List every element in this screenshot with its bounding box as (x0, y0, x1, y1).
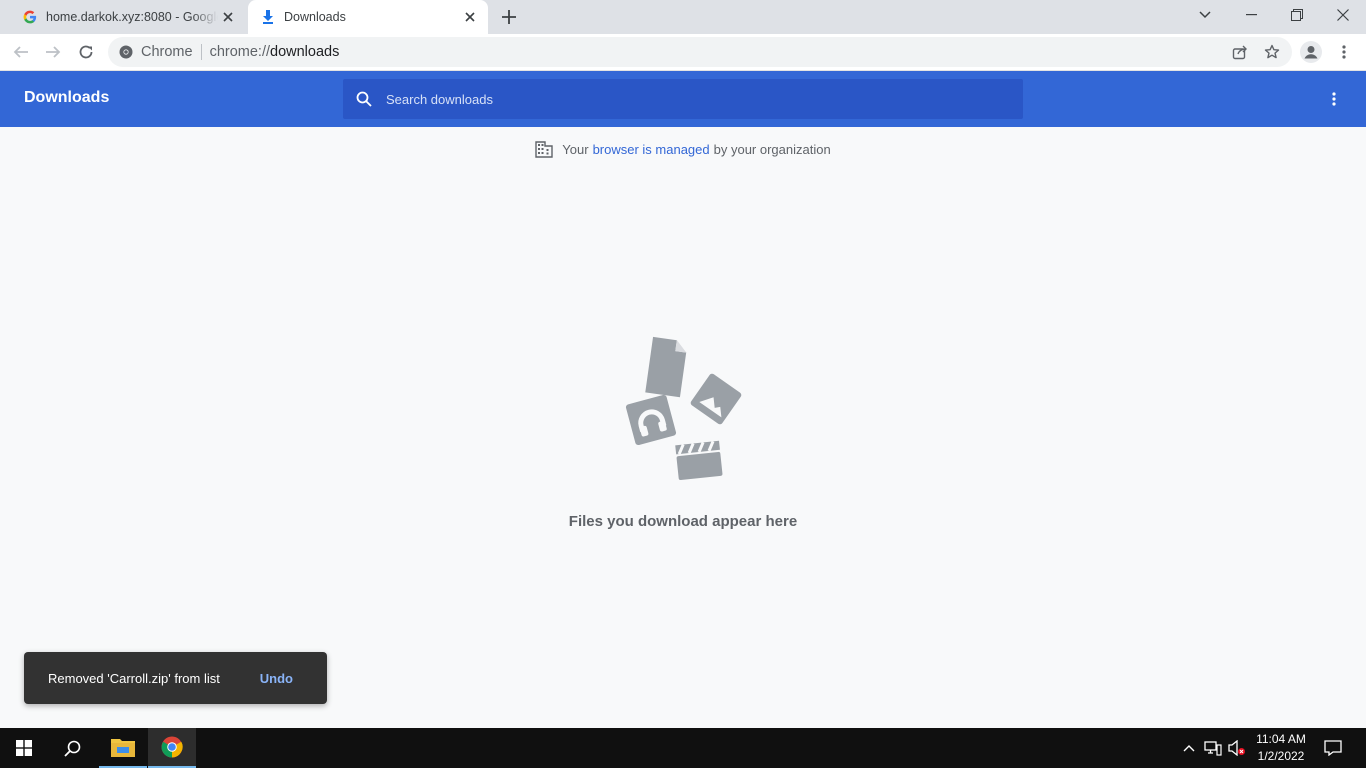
google-g-icon (22, 9, 38, 25)
profile-avatar-icon[interactable] (1296, 37, 1326, 67)
windows-logo-icon (16, 740, 32, 756)
tab-strip: home.darkok.xyz:8080 - Google S Download… (0, 0, 1366, 34)
address-bar[interactable]: Chrome chrome://downloads (108, 37, 1292, 67)
tab-downloads[interactable]: Downloads (248, 0, 488, 34)
empty-downloads-illustration (618, 332, 748, 486)
site-chip-label: Chrome (141, 44, 193, 60)
tab-title: home.darkok.xyz:8080 - Google S (46, 10, 218, 24)
close-tab-icon[interactable] (218, 7, 238, 27)
volume-muted-icon[interactable] (1227, 738, 1247, 758)
tab-search-chevron-down-icon[interactable] (1182, 0, 1228, 30)
search-box[interactable] (343, 79, 1023, 119)
image-icon (690, 373, 742, 425)
managed-notice-link[interactable]: browser is managed (593, 142, 710, 157)
video-icon (675, 440, 723, 481)
show-hidden-icons-chevron-up-icon[interactable] (1179, 738, 1199, 758)
chrome-logo-icon (161, 736, 183, 758)
empty-state-message: Files you download appear here (568, 513, 798, 530)
removed-toast: Removed 'Carroll.zip' from list Undo (24, 652, 327, 704)
building-icon (535, 140, 553, 158)
minimize-button[interactable] (1228, 0, 1274, 30)
forward-button[interactable] (38, 37, 68, 67)
start-button[interactable] (0, 728, 48, 768)
search-icon (63, 740, 81, 757)
managed-notice: Your browser is managed by your organiza… (0, 138, 1366, 160)
audio-icon (625, 394, 677, 446)
bookmark-star-icon[interactable] (1257, 37, 1287, 67)
taskbar-search-button[interactable] (48, 728, 96, 768)
taskbar-chrome[interactable] (148, 728, 196, 768)
share-icon[interactable] (1225, 37, 1255, 67)
close-tab-icon[interactable] (460, 7, 480, 27)
close-window-button[interactable] (1320, 0, 1366, 30)
download-arrow-icon (260, 9, 276, 25)
chrome-site-icon (119, 45, 133, 59)
browser-toolbar: Chrome chrome://downloads (0, 34, 1366, 71)
managed-notice-prefix: Your (562, 141, 589, 157)
new-tab-button[interactable] (498, 6, 520, 28)
page-title: Downloads (24, 89, 110, 106)
search-icon (356, 91, 372, 107)
clock-date: 1/2/2022 (1257, 749, 1305, 763)
tab-title: Downloads (284, 10, 346, 24)
chrome-menu-icon[interactable] (1329, 37, 1359, 67)
downloads-header: Downloads (0, 71, 1366, 127)
restore-button[interactable] (1274, 0, 1320, 30)
more-actions-icon[interactable] (1322, 87, 1346, 111)
system-clock[interactable]: 11:04 AM 1/2/2022 (1248, 731, 1314, 765)
tab-home-darkok[interactable]: home.darkok.xyz:8080 - Google S (8, 0, 246, 34)
network-icon[interactable] (1203, 738, 1223, 758)
url-scheme: chrome:// (209, 44, 271, 60)
reload-button[interactable] (71, 37, 101, 67)
omnibox-divider (200, 44, 202, 60)
document-icon (645, 336, 687, 398)
taskbar-file-explorer[interactable] (99, 728, 147, 768)
notifications-icon[interactable] (1323, 738, 1343, 758)
folder-icon (111, 737, 135, 757)
managed-notice-suffix: by your organization (713, 141, 831, 157)
search-input[interactable] (386, 91, 986, 107)
windows-taskbar: 11:04 AM 1/2/2022 (0, 728, 1366, 768)
toast-message: Removed 'Carroll.zip' from list (48, 670, 220, 686)
url-host: downloads (270, 44, 340, 60)
back-button[interactable] (6, 37, 36, 67)
undo-button[interactable]: Undo (260, 671, 293, 686)
clock-time: 11:04 AM (1256, 732, 1306, 746)
